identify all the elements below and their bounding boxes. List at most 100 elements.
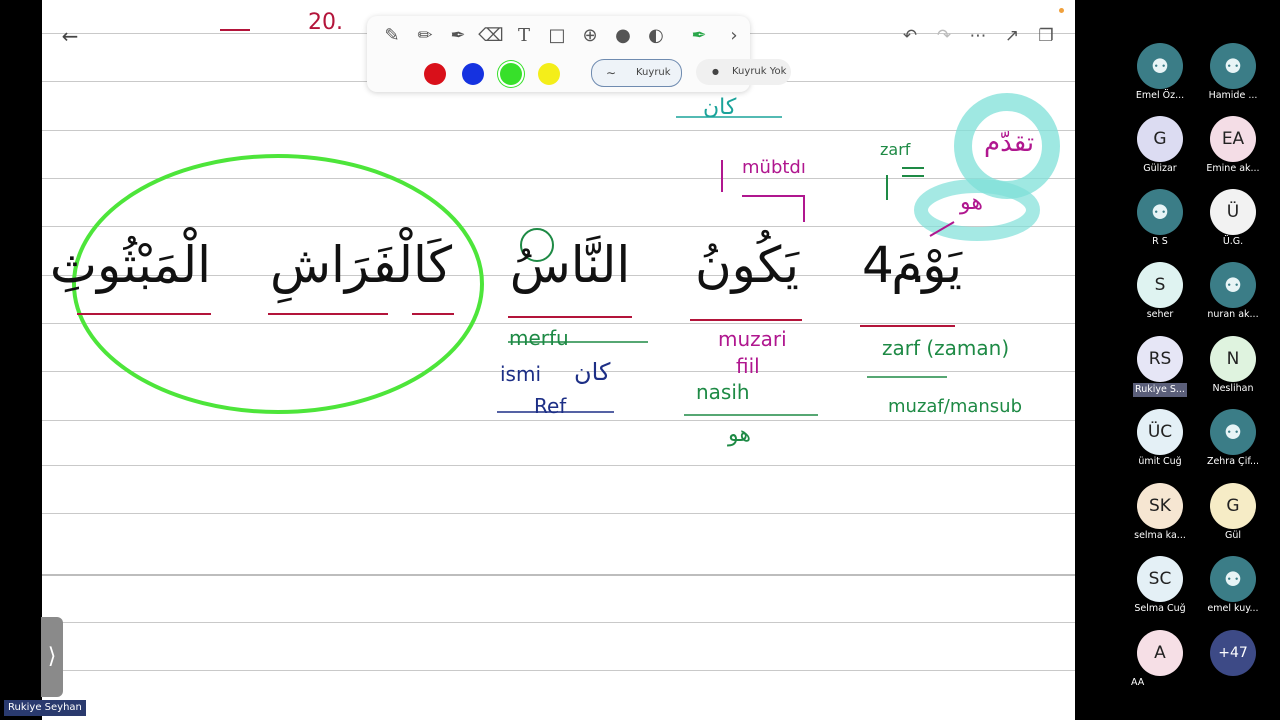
more-participants-button[interactable]: +47 [1198, 630, 1268, 700]
participant-name: seher [1146, 309, 1174, 320]
annotation-toolbar: ✎ ✏ ✒ ⌫ T □ ⊕ ● ◐ ✒ › ∼ Kuyruk ● Kuyruk … [367, 16, 791, 92]
participant-tile[interactable]: ⚉ Zehra Çif... [1198, 409, 1268, 479]
ink-merfu: merfu [509, 326, 569, 350]
chevron-right-icon: ⟩ [47, 644, 57, 669]
user-icon: ⚉ [1210, 409, 1256, 455]
ink-bracket [742, 195, 805, 222]
participant-tile[interactable]: G Gül [1198, 483, 1268, 553]
add-icon[interactable]: ⊕ [576, 22, 604, 50]
color-blue-swatch[interactable] [462, 63, 484, 85]
more-count-badge: +47 [1210, 630, 1256, 676]
chevron-right-icon[interactable]: › [720, 22, 748, 50]
ink-huwa-green: هو [728, 422, 751, 447]
back-button[interactable]: ← [56, 22, 84, 50]
tail-on-option[interactable]: ∼ Kuyruk [591, 59, 682, 87]
avatar: N [1210, 336, 1256, 382]
ink-nasih: nasih [696, 380, 750, 404]
tail-off-option[interactable]: ● Kuyruk Yok [696, 59, 791, 85]
pencil-icon[interactable]: ✏ [411, 22, 439, 50]
ink-mubtada: mübtdı [742, 157, 806, 178]
export-button[interactable]: ↗ [998, 22, 1026, 50]
ink-strokes [72, 29, 1060, 416]
word-yakunu: يَكُونُ [694, 236, 800, 294]
more-button[interactable]: ⋯ [964, 22, 992, 50]
ink-partial-number: 20. [308, 10, 343, 35]
participant-name: Gülizar [1143, 163, 1177, 174]
participant-name: Selma Cuğ [1134, 603, 1186, 614]
color-yellow-swatch[interactable] [538, 63, 560, 85]
participant-tile[interactable]: Ü Ü.G. [1198, 189, 1268, 259]
participant-name: Zehra Çif... [1206, 456, 1260, 467]
participant-tile[interactable]: ⚉ nuran ak... [1198, 262, 1268, 332]
copy-button[interactable]: ❐ [1032, 22, 1060, 50]
ink-muzari: muzari [718, 327, 787, 351]
color-green-swatch[interactable] [500, 63, 522, 85]
participant-name: Gül [1224, 530, 1242, 541]
avatar: S [1137, 262, 1183, 308]
participant-name: Rukiye S... [1133, 383, 1187, 397]
participant-name: R S [1152, 236, 1168, 247]
avatar: G [1137, 116, 1183, 162]
whiteboard-canvas[interactable]: 20. كان mübtdı zarf تقدّم هو 4 . يَوْمَ … [42, 0, 1075, 720]
participant-tile[interactable]: G Gülizar [1125, 116, 1195, 186]
word-kal-farash: كَالْفَرَاشِ [269, 236, 453, 294]
lasso-icon[interactable]: □ [543, 22, 571, 50]
participant-tile[interactable]: ⚉ Hamide ... [1198, 43, 1268, 113]
more-icon: ⋯ [969, 26, 987, 46]
participant-name: Emel Öz... [1135, 90, 1185, 101]
participant-tile[interactable]: ÜC ümit Cuğ [1125, 409, 1195, 479]
ink-zarf-small: zarf [880, 140, 911, 159]
participant-name: selma ka... [1134, 530, 1186, 541]
participant-name: emel kuy... [1207, 603, 1259, 614]
ink-huwa-teal: هو [960, 190, 983, 215]
text-icon[interactable]: T [510, 22, 538, 50]
word-nasu: النَّاسُ [509, 236, 631, 294]
avatar: RS [1137, 336, 1183, 382]
participant-tile[interactable]: ⚉ R S [1125, 189, 1195, 259]
pen-icon[interactable]: ✎ [378, 22, 406, 50]
participant-tile[interactable]: SK selma ka... [1125, 483, 1195, 553]
mic-icon[interactable]: ● [609, 22, 637, 50]
recording-dot [1059, 8, 1064, 13]
panel-toggle-button[interactable]: ⟩ [41, 617, 63, 697]
user-icon: ⚉ [1210, 556, 1256, 602]
avatar: A [1137, 630, 1183, 676]
canvas-actions: ↶ ↷ ⋯ ↗ ❐ [892, 22, 1067, 50]
user-icon: ⚉ [1210, 43, 1256, 89]
redo-button[interactable]: ↷ [930, 22, 958, 50]
ink-zarf-zaman: zarf (zaman) [882, 336, 1010, 360]
ink-kana-note: كان [703, 95, 737, 120]
tail-curve-icon: ∼ [606, 66, 617, 80]
participant-tile[interactable]: RS Rukiye S... [1125, 336, 1195, 406]
participant-tile[interactable]: S seher [1125, 262, 1195, 332]
color-red-swatch[interactable] [424, 63, 446, 85]
participants-panel: ⚉ Emel Öz... ⚉ Hamide ... G Gülizar EA E… [1075, 0, 1280, 720]
ink-tuqaddim: تقدّم [984, 128, 1035, 158]
participant-tile[interactable]: EA Emine ak... [1198, 116, 1268, 186]
participant-tile[interactable]: SC Selma Cuğ [1125, 556, 1195, 626]
shape-icon[interactable]: ◐ [642, 22, 670, 50]
word-mabthuth: الْمَبْثُوثِ [49, 236, 211, 294]
tail-on-label: Kuyruk [636, 67, 671, 78]
participant-tile[interactable]: A AA [1125, 630, 1195, 700]
export-icon: ↗ [1004, 26, 1020, 46]
ink-kana-arabic: كان [574, 358, 611, 386]
participant-name: AA [1131, 677, 1145, 688]
avatar: ÜC [1137, 409, 1183, 455]
participant-tile[interactable]: ⚉ emel kuy... [1198, 556, 1268, 626]
laser-pointer-icon[interactable]: ✒ [685, 22, 713, 50]
ink-ref: Ref [534, 394, 567, 418]
avatar: SC [1137, 556, 1183, 602]
highlighter-icon[interactable]: ✒ [444, 22, 472, 50]
word-yawma: يَوْمَ [891, 236, 962, 294]
avatar: SK [1137, 483, 1183, 529]
participant-name: ümit Cuğ [1138, 456, 1182, 467]
participant-name: nuran ak... [1207, 309, 1259, 320]
copy-icon: ❐ [1038, 26, 1054, 46]
participant-tile[interactable]: N Neslihan [1198, 336, 1268, 406]
redo-icon: ↷ [936, 26, 952, 46]
participant-tile[interactable]: ⚉ Emel Öz... [1125, 43, 1195, 113]
eraser-icon[interactable]: ⌫ [477, 22, 505, 50]
undo-icon: ↶ [902, 26, 918, 46]
undo-button[interactable]: ↶ [896, 22, 924, 50]
